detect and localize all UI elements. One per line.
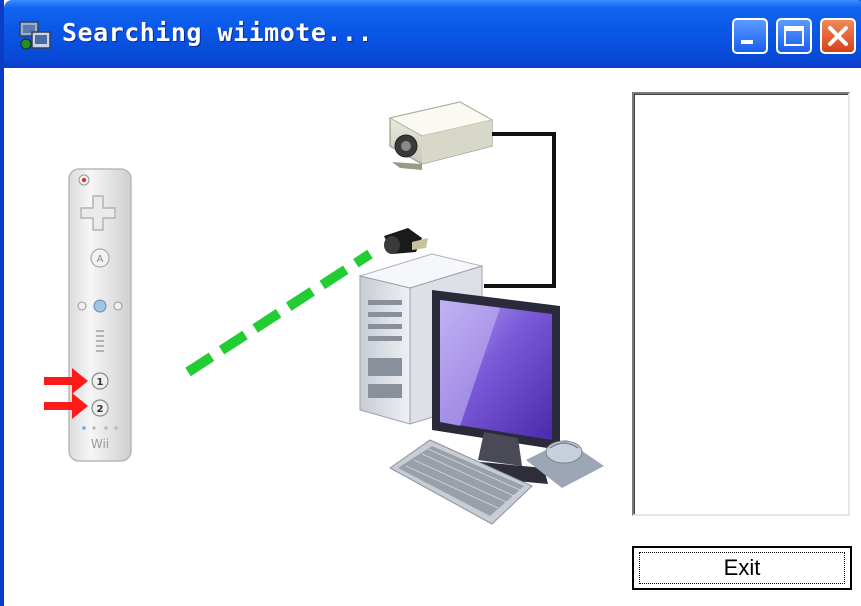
wiimote-search-window: Searching wiimote... A 1 2 Wii Exit	[0, 0, 861, 606]
title-bar[interactable]: Searching wiimote...	[4, 0, 861, 68]
exit-button-label: Exit	[639, 552, 845, 584]
minimize-icon	[741, 40, 753, 44]
connection-illustration: A 1 2 Wii	[44, 101, 604, 525]
window-title: Searching wiimote...	[62, 18, 374, 47]
wiimote-button-1-label: 1	[97, 377, 104, 388]
minimize-button[interactable]	[732, 18, 768, 54]
bluetooth-signal-line	[185, 249, 373, 377]
projector-image	[388, 101, 494, 170]
sensor-receiver-image	[384, 228, 428, 254]
wiimote-device-list[interactable]	[632, 92, 850, 516]
maximize-icon	[784, 26, 804, 46]
exit-button[interactable]: Exit	[632, 546, 852, 590]
window-content: A 1 2 Wii Exit	[8, 68, 861, 606]
wiimote-brand-label: Wii	[91, 437, 109, 451]
wiimote-app-icon	[19, 21, 51, 50]
close-button[interactable]	[820, 18, 856, 54]
maximize-button[interactable]	[776, 18, 812, 54]
projector-cable	[484, 132, 556, 288]
wiimote-button-2-label: 2	[97, 404, 104, 415]
wiimote-image: A 1 2 Wii	[68, 168, 132, 462]
svg-text:A: A	[97, 254, 104, 265]
close-icon	[828, 26, 848, 46]
